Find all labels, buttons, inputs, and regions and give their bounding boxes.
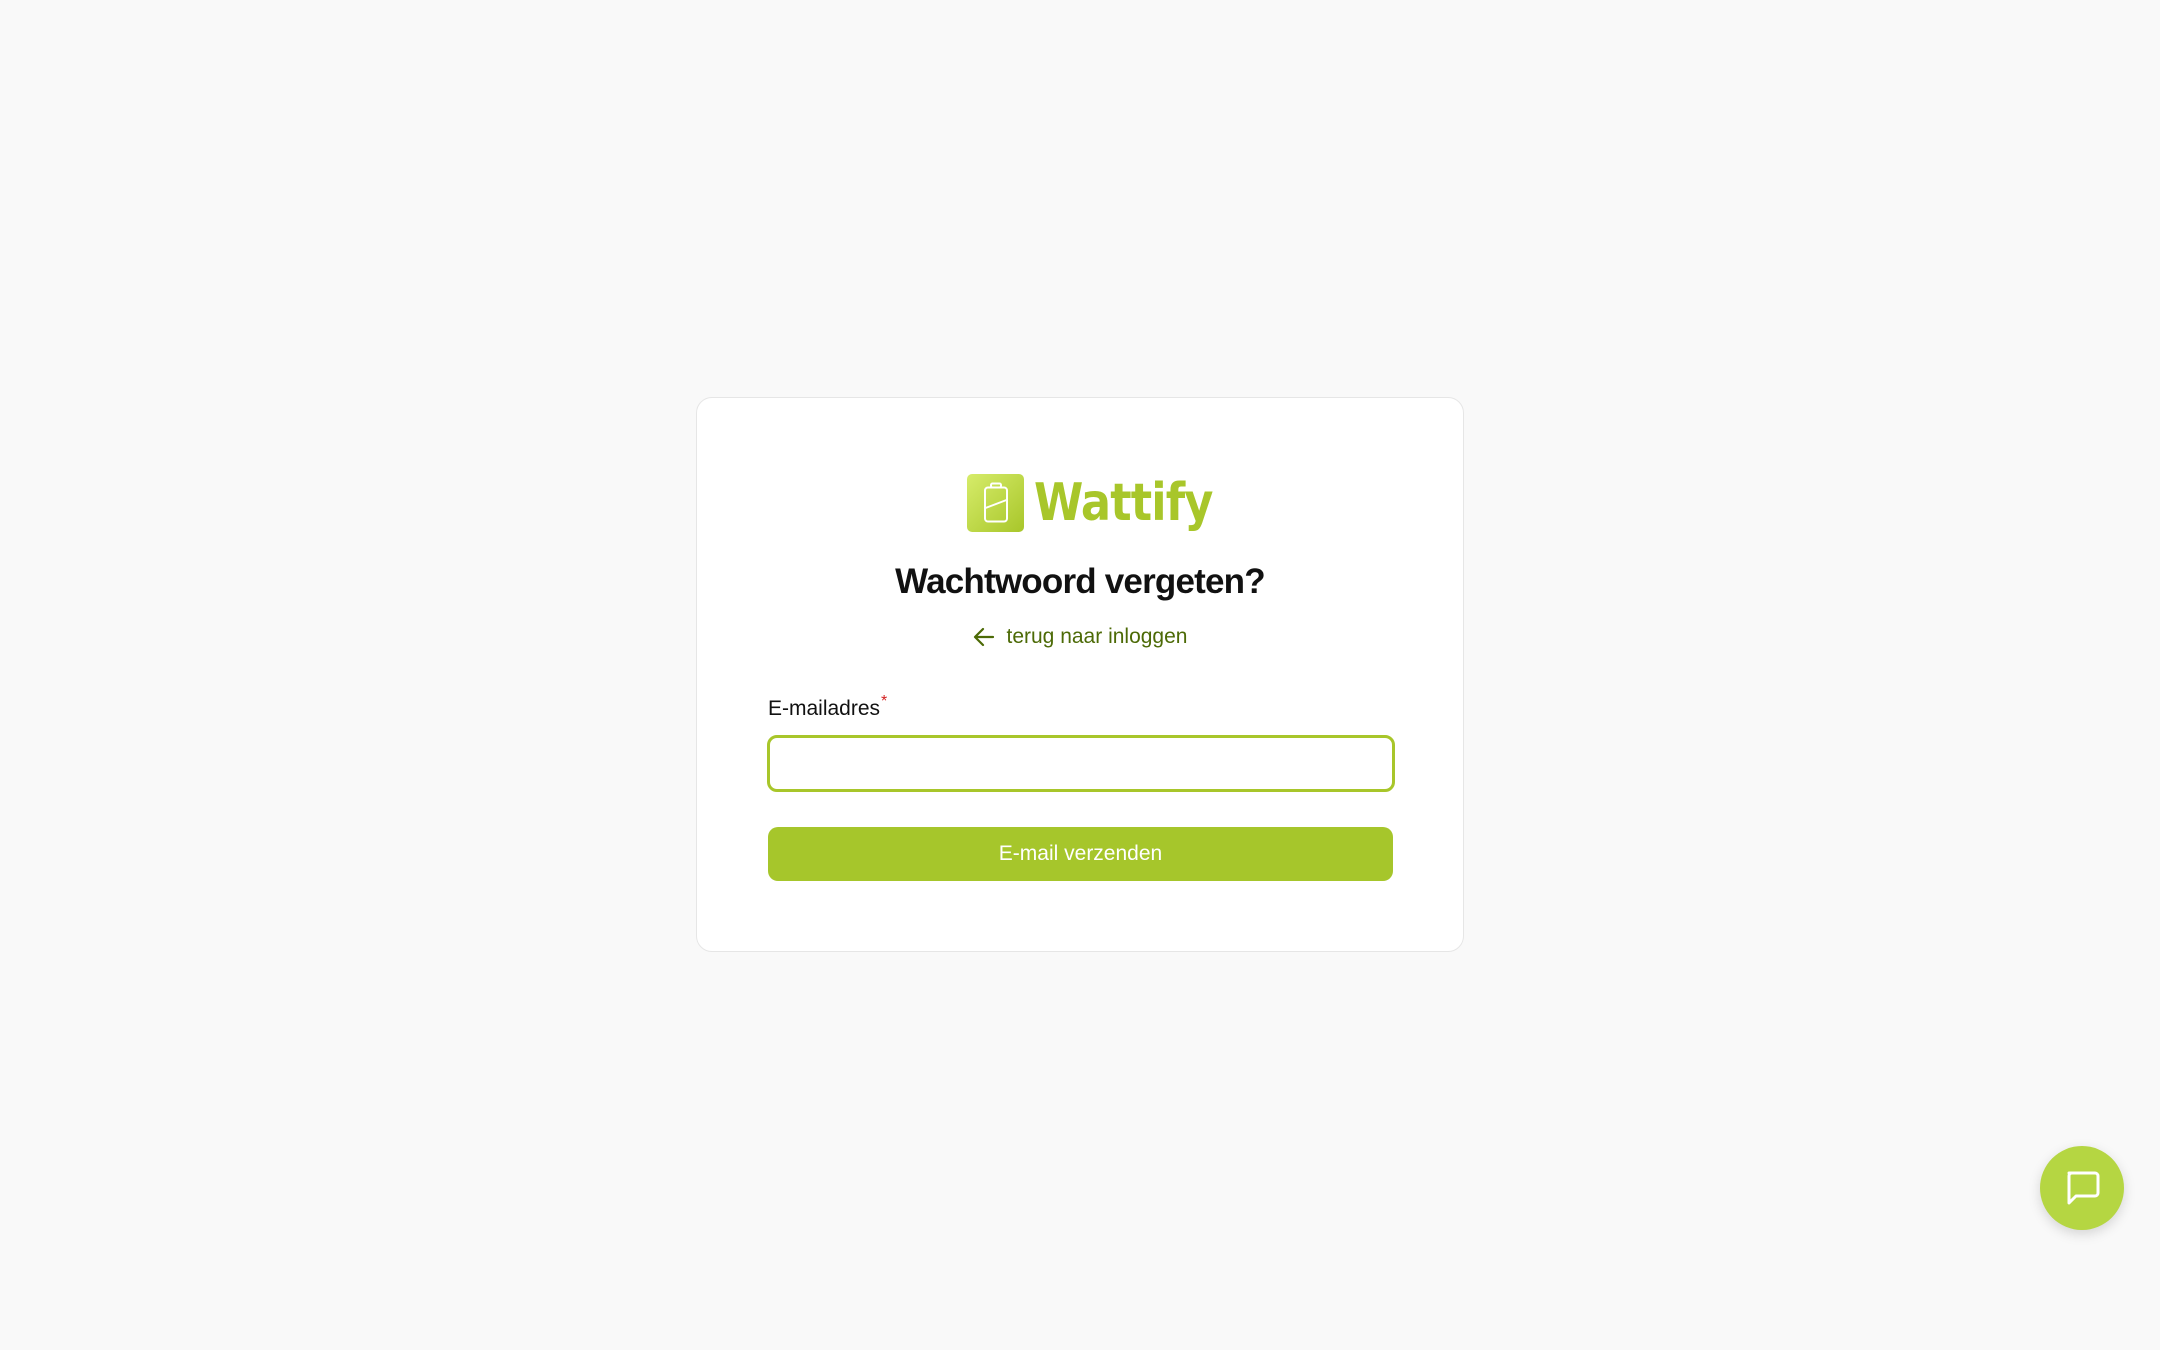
required-marker: * <box>881 693 888 710</box>
chat-button[interactable] <box>2040 1146 2124 1230</box>
page-title: Wachtwoord vergeten? <box>895 562 1265 601</box>
back-to-login-link[interactable]: terug naar inloggen <box>697 625 1463 649</box>
arrow-left-icon <box>973 627 994 647</box>
email-label-text: E-mailadres <box>768 697 881 720</box>
chat-bubble-icon <box>2067 1171 2100 1205</box>
send-email-button[interactable]: E-mail verzenden <box>768 827 1393 881</box>
email-label: E-mailadres* <box>768 693 887 721</box>
email-input[interactable] <box>767 735 1395 792</box>
back-to-login-label: terug naar inloggen <box>1006 625 1188 648</box>
battery-icon <box>967 474 1024 532</box>
brand-name: Wattify <box>1034 473 1213 533</box>
forgot-password-card: Wattify Wachtwoord vergeten? terug naar … <box>696 397 1464 952</box>
brand-logo: Wattify <box>967 473 1242 533</box>
